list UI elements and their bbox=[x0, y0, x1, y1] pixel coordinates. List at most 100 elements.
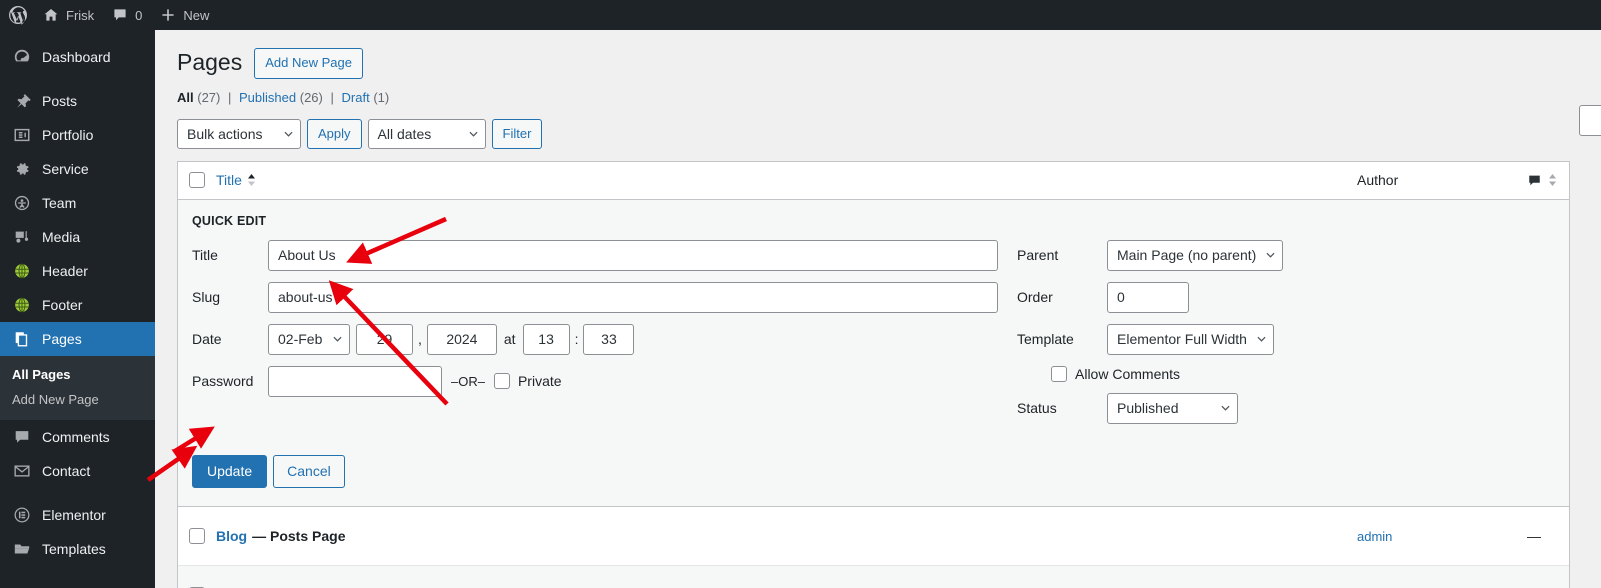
private-checkbox[interactable] bbox=[494, 373, 510, 389]
column-header-title[interactable]: Title bbox=[216, 172, 1357, 188]
quick-edit-slug-row: Slug about-us bbox=[192, 282, 1008, 313]
parent-field-label: Parent bbox=[1017, 247, 1107, 263]
search-input[interactable] bbox=[1579, 105, 1601, 136]
row-author-link[interactable]: admin bbox=[1357, 529, 1392, 544]
row-comments-value: — bbox=[1527, 528, 1541, 544]
sidebar-item-contact[interactable]: Contact bbox=[0, 454, 155, 488]
parent-select-value: Main Page (no parent) bbox=[1117, 247, 1256, 263]
admin-bar-new-content[interactable]: New bbox=[151, 0, 218, 30]
quick-edit-template-row: Template Elementor Full Width bbox=[1017, 324, 1569, 355]
row-title-link[interactable]: Blog bbox=[216, 528, 247, 544]
date-field-label: Date bbox=[192, 331, 268, 347]
status-field-label: Status bbox=[1017, 400, 1107, 416]
sidebar-item-footer[interactable]: Footer bbox=[0, 288, 155, 322]
quick-edit-right-column: Parent Main Page (no parent) Order bbox=[1008, 240, 1569, 435]
admin-bar-site-label: Frisk bbox=[66, 8, 94, 23]
order-input[interactable]: 0 bbox=[1107, 282, 1189, 313]
update-button[interactable]: Update bbox=[192, 455, 267, 488]
column-header-comments[interactable] bbox=[1527, 173, 1569, 188]
sidebar-subitem-add-new-page[interactable]: Add New Page bbox=[0, 387, 155, 412]
sidebar-item-label: Team bbox=[42, 195, 76, 211]
add-new-page-button[interactable]: Add New Page bbox=[254, 48, 363, 79]
title-input[interactable]: About Us bbox=[268, 240, 998, 271]
date-minute-input[interactable]: 33 bbox=[583, 324, 634, 355]
elementor-icon bbox=[12, 505, 32, 525]
sidebar-item-label: Media bbox=[42, 229, 80, 245]
allow-comments-checkbox[interactable] bbox=[1051, 366, 1067, 382]
date-at-label: at bbox=[497, 331, 523, 347]
chevron-down-icon bbox=[1257, 336, 1266, 342]
sidebar-item-header[interactable]: Header bbox=[0, 254, 155, 288]
sidebar-item-pages[interactable]: Pages bbox=[0, 322, 155, 356]
comment-icon bbox=[12, 427, 32, 447]
chevron-down-icon bbox=[1266, 252, 1275, 258]
template-select[interactable]: Elementor Full Width bbox=[1107, 324, 1274, 355]
mail-icon bbox=[12, 461, 32, 481]
sidebar-item-label: Header bbox=[42, 263, 88, 279]
sidebar-item-elementor[interactable]: Elementor bbox=[0, 498, 155, 532]
admin-bar-comments[interactable]: 0 bbox=[103, 0, 151, 30]
date-filter-select[interactable]: All dates bbox=[368, 119, 486, 149]
filter-count-published: (26) bbox=[300, 90, 323, 105]
quick-edit-title-row: Title About Us bbox=[192, 240, 1008, 271]
sidebar-item-team[interactable]: Team bbox=[0, 186, 155, 220]
table-row: Blog — Posts Page admin — bbox=[178, 507, 1569, 566]
password-or-label: –OR– bbox=[442, 374, 494, 389]
slug-input[interactable]: about-us bbox=[268, 282, 998, 313]
sidebar-item-label: Dashboard bbox=[42, 49, 111, 65]
apply-button[interactable]: Apply bbox=[307, 119, 362, 149]
slug-field-label: Slug bbox=[192, 289, 268, 305]
title-input-value: About Us bbox=[278, 247, 336, 263]
plus-icon bbox=[160, 7, 176, 23]
sidebar-item-media[interactable]: Media bbox=[0, 220, 155, 254]
date-year-input[interactable]: 2024 bbox=[427, 324, 497, 355]
row-checkbox-cell bbox=[178, 528, 216, 544]
date-month-select[interactable]: 02-Feb bbox=[268, 324, 350, 355]
filter-link-all[interactable]: All bbox=[177, 90, 194, 105]
sidebar-item-service[interactable]: Service bbox=[0, 152, 155, 186]
globe-green-icon bbox=[12, 295, 32, 315]
admin-bar-new-label: New bbox=[183, 8, 209, 23]
chevron-down-icon bbox=[1221, 405, 1230, 411]
filter-link-published[interactable]: Published bbox=[239, 90, 296, 105]
sidebar-item-portfolio[interactable]: Portfolio bbox=[0, 118, 155, 152]
quick-edit-left-column: Title About Us Slug about-us bbox=[178, 240, 1008, 435]
row-checkbox[interactable] bbox=[189, 528, 205, 544]
sidebar-item-templates[interactable]: Templates bbox=[0, 532, 155, 566]
admin-bar: Frisk 0 New bbox=[0, 0, 1601, 30]
sidebar-item-dashboard[interactable]: Dashboard bbox=[0, 40, 155, 74]
sidebar-item-posts[interactable]: Posts bbox=[0, 84, 155, 118]
filter-link-draft[interactable]: Draft bbox=[342, 90, 370, 105]
pin-icon bbox=[12, 91, 32, 111]
select-all-checkbox[interactable] bbox=[189, 172, 205, 188]
admin-sidebar-menu: Dashboard Posts Portfolio bbox=[0, 30, 155, 588]
bulk-actions-select[interactable]: Bulk actions bbox=[177, 119, 301, 149]
password-input[interactable] bbox=[268, 366, 442, 397]
admin-bar-site-name[interactable]: Frisk bbox=[34, 0, 103, 30]
main-content-area: Pages Add New Page All (27) | Published … bbox=[155, 30, 1601, 588]
sidebar-submenu-pages: All Pages Add New Page bbox=[0, 356, 155, 420]
cancel-button[interactable]: Cancel bbox=[273, 455, 345, 488]
allow-comments-label: Allow Comments bbox=[1067, 366, 1180, 382]
date-comma-separator: , bbox=[413, 331, 427, 347]
template-field-label: Template bbox=[1017, 331, 1107, 347]
status-select-value: Published bbox=[1117, 400, 1179, 416]
date-filter-value: All dates bbox=[378, 126, 432, 142]
column-header-author[interactable]: Author bbox=[1357, 172, 1527, 188]
sidebar-subitem-all-pages[interactable]: All Pages bbox=[0, 362, 155, 387]
parent-select[interactable]: Main Page (no parent) bbox=[1107, 240, 1283, 271]
sidebar-item-label: Pages bbox=[42, 331, 82, 347]
filter-button[interactable]: Filter bbox=[492, 119, 543, 149]
status-select[interactable]: Published bbox=[1107, 393, 1238, 424]
sidebar-item-comments[interactable]: Comments bbox=[0, 420, 155, 454]
filter-separator: | bbox=[224, 90, 235, 105]
date-hour-value: 13 bbox=[538, 331, 554, 347]
date-day-input[interactable]: 29 bbox=[356, 324, 413, 355]
sidebar-item-label: Contact bbox=[42, 463, 90, 479]
portfolio-icon bbox=[12, 125, 32, 145]
admin-bar-wordpress-logo[interactable] bbox=[0, 0, 34, 30]
sort-arrows-icon bbox=[247, 174, 256, 186]
private-label: Private bbox=[510, 373, 562, 389]
date-hour-input[interactable]: 13 bbox=[523, 324, 570, 355]
sidebar-item-label: Footer bbox=[42, 297, 82, 313]
